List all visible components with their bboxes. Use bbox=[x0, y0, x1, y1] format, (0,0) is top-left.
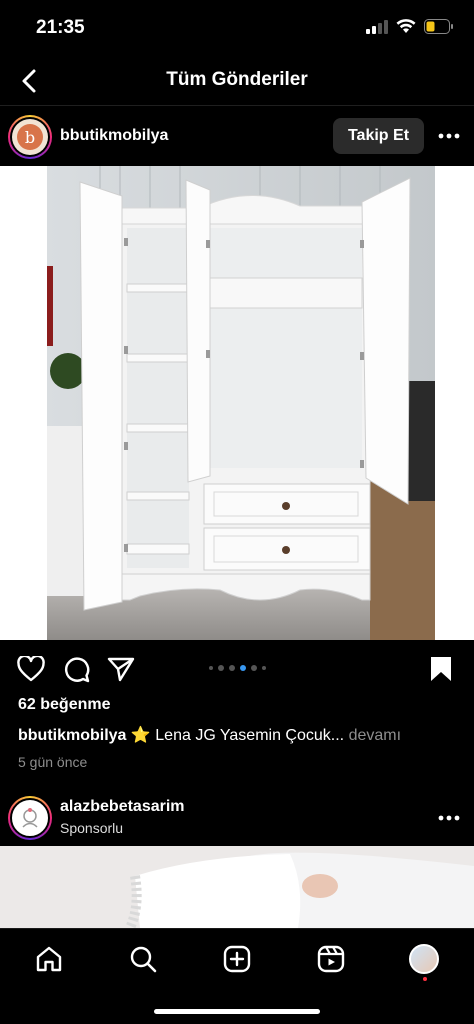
home-icon bbox=[36, 946, 62, 972]
likes-count[interactable]: 62 beğenme bbox=[18, 696, 110, 714]
tab-home[interactable] bbox=[31, 941, 67, 977]
sponsored-username[interactable]: alazbebetasarim bbox=[60, 798, 185, 816]
profile-avatar bbox=[409, 944, 439, 974]
carousel-dot bbox=[217, 665, 224, 671]
more-options-button[interactable] bbox=[436, 124, 462, 148]
bookmark-filled-icon bbox=[431, 657, 451, 681]
post-timestamp: 5 gün önce bbox=[18, 754, 88, 770]
tab-reels[interactable] bbox=[313, 941, 349, 977]
wifi-icon bbox=[396, 19, 416, 33]
nav-bar: Tüm Gönderiler bbox=[0, 56, 474, 106]
carousel-dot bbox=[250, 665, 257, 671]
status-icons bbox=[366, 19, 454, 34]
post-username[interactable]: bbutikmobilya bbox=[60, 127, 168, 145]
follow-button[interactable]: Takip Et bbox=[333, 118, 424, 154]
sponsored-avatar[interactable] bbox=[8, 796, 52, 840]
caption-username[interactable]: bbutikmobilya bbox=[18, 727, 126, 744]
status-time: 21:35 bbox=[36, 17, 85, 38]
more-horizontal-icon bbox=[438, 815, 460, 821]
create-icon bbox=[223, 945, 251, 973]
caption-more-link[interactable]: devamı bbox=[349, 727, 401, 744]
tab-profile[interactable] bbox=[406, 941, 442, 977]
page-title: Tüm Gönderiler bbox=[166, 69, 308, 90]
battery-icon bbox=[424, 19, 453, 34]
post-header: b bbutikmobilya Takip Et bbox=[0, 106, 474, 166]
save-button[interactable] bbox=[426, 654, 456, 684]
carousel-dot-active bbox=[239, 665, 246, 671]
sponsored-label: Sponsorlu bbox=[60, 820, 124, 836]
notification-dot bbox=[423, 977, 427, 981]
tab-create[interactable] bbox=[219, 941, 255, 977]
lace-fabric-photo bbox=[0, 846, 474, 928]
wardrobe-photo bbox=[0, 166, 474, 640]
sponsored-post-header: alazbebetasarim Sponsorlu bbox=[0, 790, 474, 846]
home-indicator[interactable] bbox=[154, 1009, 320, 1014]
carousel-dot bbox=[228, 665, 235, 671]
status-bar: 21:35 bbox=[0, 0, 474, 56]
sponsored-post-image[interactable] bbox=[0, 846, 474, 928]
avatar[interactable]: b bbox=[8, 115, 52, 159]
caption-text: Lena JG Yasemin Çocuk... bbox=[155, 727, 345, 744]
brand-logo-icon bbox=[22, 808, 38, 828]
post-caption[interactable]: bbutikmobilya ⭐ Lena JG Yasemin Çocuk...… bbox=[18, 725, 458, 745]
reels-icon bbox=[317, 945, 345, 973]
star-emoji: ⭐ bbox=[130, 727, 151, 744]
carousel-dot bbox=[261, 666, 266, 670]
tab-search[interactable] bbox=[125, 941, 161, 977]
more-horizontal-icon bbox=[438, 133, 460, 139]
carousel-dot bbox=[208, 666, 213, 670]
post-actions bbox=[0, 640, 474, 696]
more-options-button[interactable] bbox=[436, 806, 462, 830]
signal-icon bbox=[366, 19, 388, 34]
search-icon bbox=[130, 946, 157, 973]
avatar-letter: b bbox=[17, 124, 43, 150]
post-image[interactable] bbox=[0, 166, 474, 640]
carousel-indicator bbox=[0, 665, 474, 671]
